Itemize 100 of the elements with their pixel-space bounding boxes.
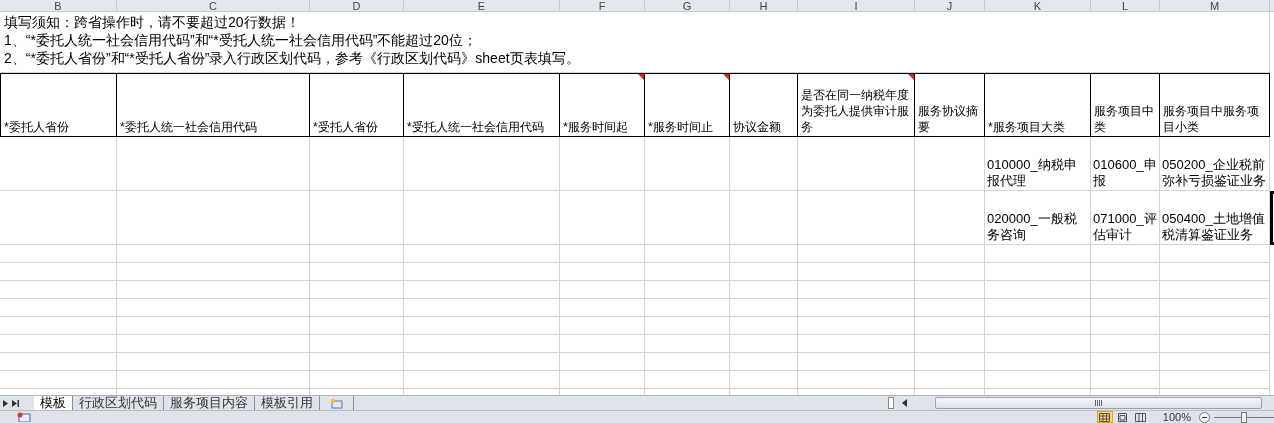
table-cell[interactable] [404, 353, 560, 371]
table-cell[interactable] [798, 281, 915, 299]
sheet-tab[interactable]: 模板 [34, 396, 73, 410]
table-cell[interactable] [915, 137, 985, 191]
table-cell[interactable] [645, 191, 730, 245]
table-cell[interactable] [117, 371, 310, 389]
table-cell[interactable] [645, 353, 730, 371]
table-cell[interactable]: 050400_土地增值税清算鉴证业务 [1160, 191, 1270, 245]
table-cell[interactable] [560, 281, 645, 299]
table-cell[interactable] [1091, 317, 1160, 335]
table-cell[interactable] [915, 191, 985, 245]
table-cell[interactable] [645, 263, 730, 281]
table-cell[interactable] [404, 191, 560, 245]
table-cell[interactable] [0, 299, 117, 317]
table-cell[interactable] [0, 137, 117, 191]
table-cell[interactable] [985, 299, 1091, 317]
table-cell[interactable] [915, 335, 985, 353]
table-cell[interactable]: 020000_一般税务咨询 [985, 191, 1091, 245]
table-cell[interactable] [310, 191, 404, 245]
scroll-right-icon[interactable] [3, 399, 8, 407]
table-cell[interactable] [404, 137, 560, 191]
table-cell[interactable] [915, 281, 985, 299]
table-cell[interactable] [1160, 317, 1270, 335]
table-cell[interactable]: 010600_申报 [1091, 137, 1160, 191]
table-cell[interactable] [117, 317, 310, 335]
table-cell[interactable] [1091, 281, 1160, 299]
table-cell[interactable] [985, 371, 1091, 389]
table-cell[interactable] [560, 335, 645, 353]
column-header[interactable]: F [560, 0, 645, 12]
table-cell[interactable] [915, 353, 985, 371]
table-cell[interactable] [915, 317, 985, 335]
zoom-out-icon[interactable] [1199, 411, 1210, 423]
table-cell[interactable] [915, 371, 985, 389]
table-cell[interactable] [730, 137, 798, 191]
table-cell[interactable] [310, 317, 404, 335]
column-header[interactable]: J [915, 0, 985, 12]
table-cell[interactable] [0, 371, 117, 389]
table-cell[interactable] [798, 371, 915, 389]
table-cell[interactable] [404, 281, 560, 299]
table-cell[interactable] [730, 317, 798, 335]
table-cell[interactable] [645, 371, 730, 389]
table-cell[interactable] [730, 191, 798, 245]
table-cell[interactable] [310, 299, 404, 317]
table-cell[interactable]: 050200_企业税前弥补亏损鉴证业务 [1160, 137, 1270, 191]
table-cell[interactable] [1160, 281, 1270, 299]
table-cell[interactable] [1160, 299, 1270, 317]
table-cell[interactable] [985, 245, 1091, 263]
table-cell[interactable] [1160, 245, 1270, 263]
column-header[interactable]: I [798, 0, 915, 12]
column-header[interactable]: H [730, 0, 798, 12]
scroll-last-icon[interactable] [12, 399, 19, 407]
table-cell[interactable] [645, 281, 730, 299]
table-cell[interactable] [915, 299, 985, 317]
table-cell[interactable] [117, 353, 310, 371]
column-header[interactable]: L [1091, 0, 1160, 12]
column-header[interactable]: M [1160, 0, 1270, 12]
table-cell[interactable] [1160, 371, 1270, 389]
table-cell[interactable] [0, 281, 117, 299]
table-cell[interactable] [798, 317, 915, 335]
table-cell[interactable] [117, 335, 310, 353]
table-cell[interactable] [117, 263, 310, 281]
table-cell[interactable] [560, 191, 645, 245]
table-cell[interactable] [730, 299, 798, 317]
table-cell[interactable] [1091, 299, 1160, 317]
table-cell[interactable] [915, 245, 985, 263]
view-normal-button[interactable] [1096, 411, 1113, 423]
table-cell[interactable] [404, 263, 560, 281]
table-cell[interactable] [645, 245, 730, 263]
table-cell[interactable] [915, 263, 985, 281]
table-cell[interactable] [1091, 353, 1160, 371]
table-cell[interactable] [310, 335, 404, 353]
table-cell[interactable] [730, 281, 798, 299]
table-cell[interactable] [645, 137, 730, 191]
table-cell[interactable] [0, 263, 117, 281]
table-cell[interactable] [0, 335, 117, 353]
table-cell[interactable] [1091, 245, 1160, 263]
table-cell[interactable] [560, 371, 645, 389]
table-cell[interactable] [117, 299, 310, 317]
table-cell[interactable] [404, 371, 560, 389]
column-header[interactable]: C [117, 0, 310, 12]
table-cell[interactable] [1091, 335, 1160, 353]
table-cell[interactable] [310, 263, 404, 281]
table-cell[interactable] [310, 353, 404, 371]
table-cell[interactable] [117, 191, 310, 245]
table-cell[interactable] [404, 335, 560, 353]
table-cell[interactable]: 071000_评估审计 [1091, 191, 1160, 245]
table-cell[interactable] [560, 245, 645, 263]
table-cell[interactable] [117, 245, 310, 263]
macro-record-icon[interactable] [17, 412, 31, 422]
table-cell[interactable] [985, 353, 1091, 371]
table-cell[interactable] [560, 317, 645, 335]
table-cell[interactable] [645, 317, 730, 335]
scroll-left-icon[interactable] [902, 399, 907, 407]
table-cell[interactable] [798, 137, 915, 191]
table-cell[interactable] [0, 353, 117, 371]
table-cell[interactable] [117, 137, 310, 191]
table-cell[interactable]: 010000_纳税申报代理 [985, 137, 1091, 191]
table-cell[interactable] [645, 299, 730, 317]
table-cell[interactable] [0, 191, 117, 245]
table-cell[interactable] [0, 245, 117, 263]
